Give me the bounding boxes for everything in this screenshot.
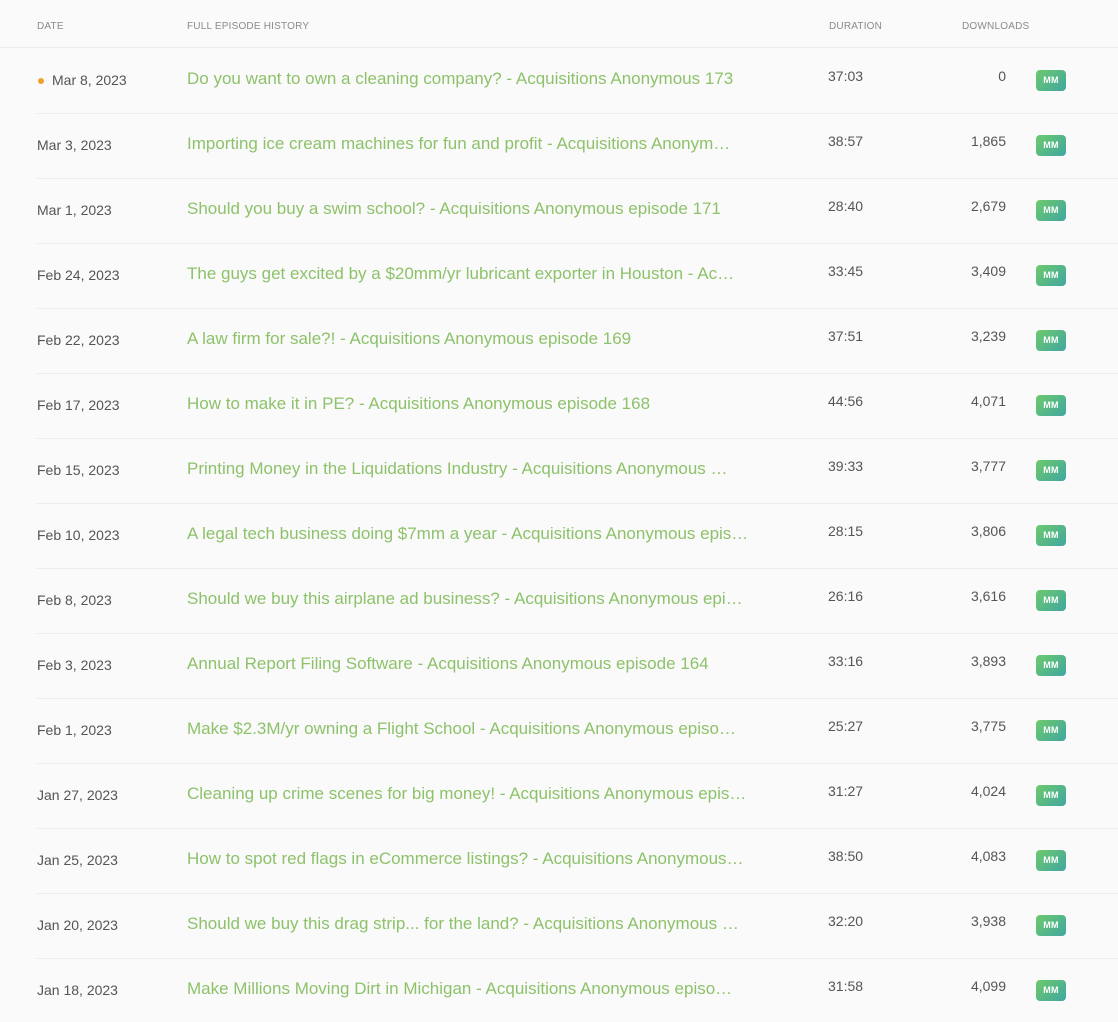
- episode-title-link[interactable]: A law firm for sale?! - Acquisitions Ano…: [187, 329, 759, 349]
- mm-badge-icon[interactable]: MM: [1036, 850, 1066, 871]
- episode-title-link[interactable]: Make $2.3M/yr owning a Flight School - A…: [187, 719, 759, 739]
- episode-date: Feb 3, 2023: [37, 657, 112, 673]
- episode-title-link[interactable]: Cleaning up crime scenes for big money! …: [187, 784, 759, 804]
- mm-badge-icon[interactable]: MM: [1036, 915, 1066, 936]
- episode-duration: 28:40: [828, 198, 864, 214]
- episode-downloads: 3,409: [970, 263, 1006, 279]
- episode-date: Feb 24, 2023: [37, 267, 120, 283]
- episode-row: Feb 22, 2023 A law firm for sale?! - Acq…: [37, 309, 1118, 374]
- mm-badge-icon[interactable]: MM: [1036, 200, 1066, 221]
- episode-duration: 32:20: [828, 913, 864, 929]
- new-episode-dot-icon: [38, 78, 44, 84]
- episode-row: Jan 20, 2023 Should we buy this drag str…: [37, 894, 1118, 959]
- episode-title-link[interactable]: A legal tech business doing $7mm a year …: [187, 524, 759, 544]
- episode-row: Feb 8, 2023 Should we buy this airplane …: [37, 569, 1118, 634]
- episode-downloads: 3,616: [970, 588, 1006, 604]
- column-header-date[interactable]: DATE: [37, 21, 64, 32]
- episode-duration: 28:15: [828, 523, 864, 539]
- episode-row: Feb 10, 2023 A legal tech business doing…: [37, 504, 1118, 569]
- episode-downloads: 4,083: [970, 848, 1006, 864]
- episode-date: Feb 1, 2023: [37, 722, 112, 738]
- episode-duration: 33:45: [828, 263, 864, 279]
- episode-title-link[interactable]: Should we buy this drag strip... for the…: [187, 914, 759, 934]
- episode-duration: 37:03: [828, 68, 864, 84]
- episode-row: Feb 24, 2023 The guys get excited by a $…: [37, 244, 1118, 309]
- episode-duration: 38:57: [828, 133, 864, 149]
- episode-downloads: 4,024: [970, 783, 1006, 799]
- episode-date: Mar 8, 2023: [52, 72, 127, 88]
- mm-badge-icon[interactable]: MM: [1036, 655, 1066, 676]
- mm-badge-icon[interactable]: MM: [1036, 980, 1066, 1001]
- episode-row: Feb 17, 2023 How to make it in PE? - Acq…: [37, 374, 1118, 439]
- episode-title-link[interactable]: Should you buy a swim school? - Acquisit…: [187, 199, 759, 219]
- episode-title-link[interactable]: Do you want to own a cleaning company? -…: [187, 69, 759, 89]
- episode-date: Feb 17, 2023: [37, 397, 120, 413]
- episode-row: Feb 15, 2023 Printing Money in the Liqui…: [37, 439, 1118, 504]
- episode-row: Jan 27, 2023 Cleaning up crime scenes fo…: [37, 764, 1118, 829]
- episode-downloads: 1,865: [970, 133, 1006, 149]
- mm-badge-icon[interactable]: MM: [1036, 460, 1066, 481]
- episode-duration: 26:16: [828, 588, 864, 604]
- episode-downloads: 2,679: [970, 198, 1006, 214]
- episode-date: Jan 18, 2023: [37, 982, 118, 998]
- episode-row: Mar 3, 2023 Importing ice cream machines…: [37, 114, 1118, 179]
- episode-title-link[interactable]: Should we buy this airplane ad business?…: [187, 589, 759, 609]
- episode-title-link[interactable]: Printing Money in the Liquidations Indus…: [187, 459, 759, 479]
- episode-downloads: 3,938: [970, 913, 1006, 929]
- episode-duration: 25:27: [828, 718, 864, 734]
- episode-duration: 31:58: [828, 978, 864, 994]
- episode-downloads: 3,806: [970, 523, 1006, 539]
- episode-list: Mar 8, 2023 Do you want to own a cleanin…: [0, 49, 1118, 1022]
- episode-title-link[interactable]: How to make it in PE? - Acquisitions Ano…: [187, 394, 759, 414]
- episode-duration: 33:16: [828, 653, 864, 669]
- episode-row: Feb 1, 2023 Make $2.3M/yr owning a Fligh…: [37, 699, 1118, 764]
- mm-badge-icon[interactable]: MM: [1036, 785, 1066, 806]
- mm-badge-icon[interactable]: MM: [1036, 265, 1066, 286]
- mm-badge-icon[interactable]: MM: [1036, 135, 1066, 156]
- episode-title-link[interactable]: Annual Report Filing Software - Acquisit…: [187, 654, 759, 674]
- episode-row: Mar 1, 2023 Should you buy a swim school…: [37, 179, 1118, 244]
- episode-date: Mar 1, 2023: [37, 202, 112, 218]
- mm-badge-icon[interactable]: MM: [1036, 70, 1066, 91]
- episode-date: Feb 10, 2023: [37, 527, 120, 543]
- episode-date: Feb 22, 2023: [37, 332, 120, 348]
- episode-downloads: 3,775: [970, 718, 1006, 734]
- mm-badge-icon[interactable]: MM: [1036, 330, 1066, 351]
- mm-badge-icon[interactable]: MM: [1036, 720, 1066, 741]
- episode-downloads: 0: [998, 68, 1006, 84]
- episode-date: Jan 25, 2023: [37, 852, 118, 868]
- episode-downloads: 3,777: [970, 458, 1006, 474]
- episode-downloads: 4,099: [970, 978, 1006, 994]
- mm-badge-icon[interactable]: MM: [1036, 395, 1066, 416]
- episode-duration: 38:50: [828, 848, 864, 864]
- episode-row: Jan 25, 2023 How to spot red flags in eC…: [37, 829, 1118, 894]
- episode-downloads: 4,071: [970, 393, 1006, 409]
- episode-history-table: DATE FULL EPISODE HISTORY DURATION DOWNL…: [0, 0, 1118, 1022]
- episode-row: Feb 3, 2023 Annual Report Filing Softwar…: [37, 634, 1118, 699]
- episode-date: Feb 15, 2023: [37, 462, 120, 478]
- episode-downloads: 3,239: [970, 328, 1006, 344]
- episode-date: Jan 20, 2023: [37, 917, 118, 933]
- table-header: DATE FULL EPISODE HISTORY DURATION DOWNL…: [0, 0, 1118, 48]
- episode-row: Jan 18, 2023 Make Millions Moving Dirt i…: [37, 959, 1118, 1022]
- episode-downloads: 3,893: [970, 653, 1006, 669]
- episode-duration: 31:27: [828, 783, 864, 799]
- episode-duration: 39:33: [828, 458, 864, 474]
- column-header-downloads[interactable]: DOWNLOADS: [962, 21, 1029, 32]
- episode-title-link[interactable]: Importing ice cream machines for fun and…: [187, 134, 759, 154]
- episode-title-link[interactable]: Make Millions Moving Dirt in Michigan - …: [187, 979, 759, 999]
- episode-row: Mar 8, 2023 Do you want to own a cleanin…: [37, 49, 1118, 114]
- column-header-episode-history: FULL EPISODE HISTORY: [187, 21, 310, 32]
- mm-badge-icon[interactable]: MM: [1036, 525, 1066, 546]
- mm-badge-icon[interactable]: MM: [1036, 590, 1066, 611]
- column-header-duration[interactable]: DURATION: [829, 21, 882, 32]
- episode-date: Mar 3, 2023: [37, 137, 112, 153]
- episode-date: Jan 27, 2023: [37, 787, 118, 803]
- episode-title-link[interactable]: How to spot red flags in eCommerce listi…: [187, 849, 759, 869]
- episode-duration: 44:56: [828, 393, 864, 409]
- episode-date: Feb 8, 2023: [37, 592, 112, 608]
- episode-title-link[interactable]: The guys get excited by a $20mm/yr lubri…: [187, 264, 759, 284]
- episode-duration: 37:51: [828, 328, 864, 344]
